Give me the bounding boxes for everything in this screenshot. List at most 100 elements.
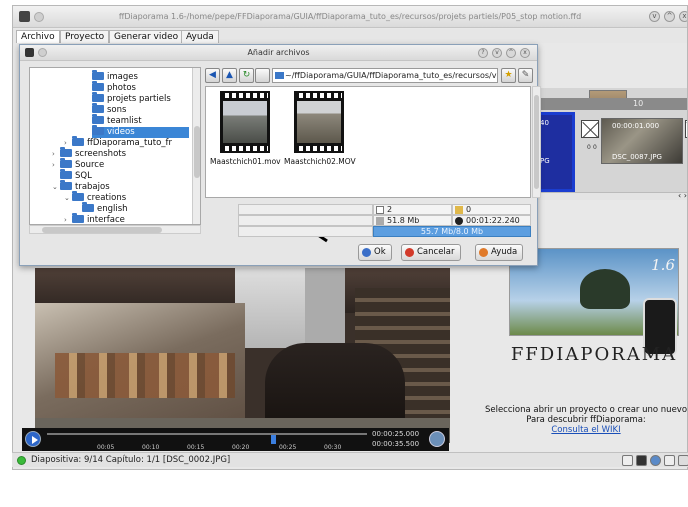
splash-version: 1.6 [651, 256, 675, 274]
total-duration: 00:01:22.240 [452, 215, 531, 226]
help-label: Ayuda [491, 247, 518, 257]
preview-cakes [55, 353, 235, 398]
timeline-scrollbar[interactable]: ‹ › [533, 191, 687, 200]
globe-icon[interactable] [650, 455, 661, 466]
tree-item[interactable]: screenshots [60, 147, 126, 160]
selection-info: 2 0 51.8 Mb 00:01:22.240 55.7 Mb/8.0 Mb [238, 202, 533, 240]
timeline-slide-label: 40 [540, 119, 549, 127]
navigation-bar: ◀ ▲ ↻ ~/ffDiaporama/GUIA/ffDiaporama_tut… [205, 67, 535, 85]
tree-item-label: projets partiels [107, 94, 171, 104]
folder-tree[interactable]: images photos projets partiels sons team… [29, 67, 201, 225]
expand-icon[interactable]: › [64, 216, 67, 224]
tree-item[interactable]: sons [92, 103, 126, 116]
collapse-icon[interactable]: ⌄ [64, 194, 70, 202]
welcome-line-1: Selecciona abrir un proyecto o crear uno… [484, 405, 688, 415]
tree-item-selected[interactable]: videos [92, 125, 189, 138]
favorites-star-icon[interactable]: ★ [501, 68, 516, 83]
folder-icon [92, 70, 104, 80]
expand-icon[interactable]: › [64, 139, 67, 147]
settings-icon[interactable] [678, 455, 688, 466]
tick-label: 00:30 [324, 444, 342, 451]
info-blank [238, 215, 373, 226]
expand-icon[interactable]: › [52, 161, 55, 169]
cancel-label: Cancelar [417, 247, 455, 257]
maximize-icon[interactable]: ^ [664, 11, 675, 22]
scroll-thumb[interactable] [42, 227, 162, 233]
video-thumbnail [223, 101, 267, 143]
folder-icon [72, 213, 84, 223]
tree-item-label: interface [87, 215, 125, 225]
file-list[interactable]: Maastchich01.mov Maastchich02.MOV [205, 86, 531, 198]
timeline-slide-filename: DSC_0087.JPG [612, 153, 662, 161]
file-list-scrollbar[interactable] [532, 86, 541, 198]
folder-icon [60, 169, 72, 179]
file-item[interactable]: Maastchich01.mov [210, 89, 281, 173]
tree-item[interactable]: teamlist [92, 114, 142, 127]
tree-item[interactable]: Source [60, 158, 104, 171]
tools-icon[interactable]: ✎ [518, 68, 533, 83]
tree-item[interactable]: interface [72, 213, 125, 225]
path-field[interactable]: ~/ffDiaporama/GUIA/ffDiaporama_tuto_es/r… [272, 68, 498, 83]
tree-item[interactable]: projets partiels [92, 92, 171, 105]
camera-button[interactable] [429, 431, 445, 447]
preview-seek-track[interactable] [47, 433, 367, 444]
file-item[interactable]: Maastchich02.MOV [284, 89, 356, 173]
back-icon[interactable]: ◀ [205, 68, 220, 83]
folder-open-icon[interactable] [622, 455, 633, 466]
file-name: Maastchich02.MOV [284, 157, 356, 166]
tree-item[interactable]: photos [92, 81, 136, 94]
cancel-button[interactable]: Cancelar [401, 244, 461, 261]
close-icon[interactable]: x [679, 11, 687, 22]
menu-proyecto[interactable]: Proyecto [60, 30, 110, 43]
folder-icon [92, 81, 104, 91]
help-button[interactable]: Ayuda [475, 244, 524, 261]
file-name: Maastchich01.mov [210, 157, 281, 166]
play-button[interactable] [25, 431, 41, 447]
video-file-icon [220, 91, 270, 153]
add-files-dialog: Añadir archivos ? v ^ x images photos pr… [19, 44, 541, 266]
close-icon[interactable]: x [520, 48, 530, 58]
total-size-value: 51.8 Mb [387, 216, 420, 225]
wiki-link[interactable]: Consulta el WIKI [483, 425, 687, 435]
tick-label: 00:15 [187, 444, 205, 451]
collapse-icon[interactable]: ⌄ [52, 183, 58, 191]
time-current: 00:00:25.000 [372, 430, 420, 438]
tree-item-label: english [97, 204, 128, 214]
scroll-thumb[interactable] [534, 95, 539, 189]
folder-icon [60, 147, 72, 157]
tree-item[interactable]: creations [72, 191, 126, 204]
menu-bar: Archivo Proyecto Generar video Ayuda [13, 29, 687, 43]
timeline-selected-slide[interactable]: 40 PG [537, 112, 575, 192]
expand-icon[interactable]: › [52, 150, 55, 158]
timeline-slide-thumbnail[interactable]: 00:00:01.000 DSC_0087.JPG [601, 118, 683, 164]
cancel-icon [405, 248, 414, 257]
folder-icon [72, 191, 84, 201]
tree-item[interactable]: trabajos [60, 180, 110, 193]
no-transition-icon[interactable] [581, 120, 599, 138]
menu-ayuda[interactable]: Ayuda [181, 30, 219, 43]
refresh-icon[interactable]: ↻ [239, 68, 254, 83]
menu-archivo[interactable]: Archivo [16, 30, 60, 43]
info-blank [238, 204, 373, 215]
tree-item-label: photos [107, 83, 136, 93]
tree-item[interactable]: english [82, 202, 128, 215]
minimize-icon[interactable]: v [649, 11, 660, 22]
tree-vertical-scrollbar[interactable] [192, 68, 200, 224]
scroll-thumb[interactable] [194, 126, 200, 178]
tick-label: 00:20 [232, 444, 250, 451]
ok-button[interactable]: Ok [358, 244, 392, 261]
tree-horizontal-scrollbar[interactable] [29, 225, 201, 234]
zoom-icon[interactable] [664, 455, 675, 466]
minimize-icon[interactable]: v [492, 48, 502, 58]
tree-item[interactable]: ffDiaporama_tuto_fr [72, 136, 172, 149]
seek-cursor[interactable] [271, 435, 276, 444]
folder-icon[interactable] [255, 68, 270, 83]
tree-item[interactable]: images [92, 70, 138, 83]
menu-generar-video[interactable]: Generar video [109, 30, 184, 43]
file-count: 2 [373, 204, 452, 215]
grid-icon[interactable] [636, 455, 647, 466]
up-icon[interactable]: ▲ [222, 68, 237, 83]
help-icon[interactable]: ? [478, 48, 488, 58]
scroll-arrows-icon[interactable]: ‹ › [678, 191, 687, 200]
maximize-icon[interactable]: ^ [506, 48, 516, 58]
